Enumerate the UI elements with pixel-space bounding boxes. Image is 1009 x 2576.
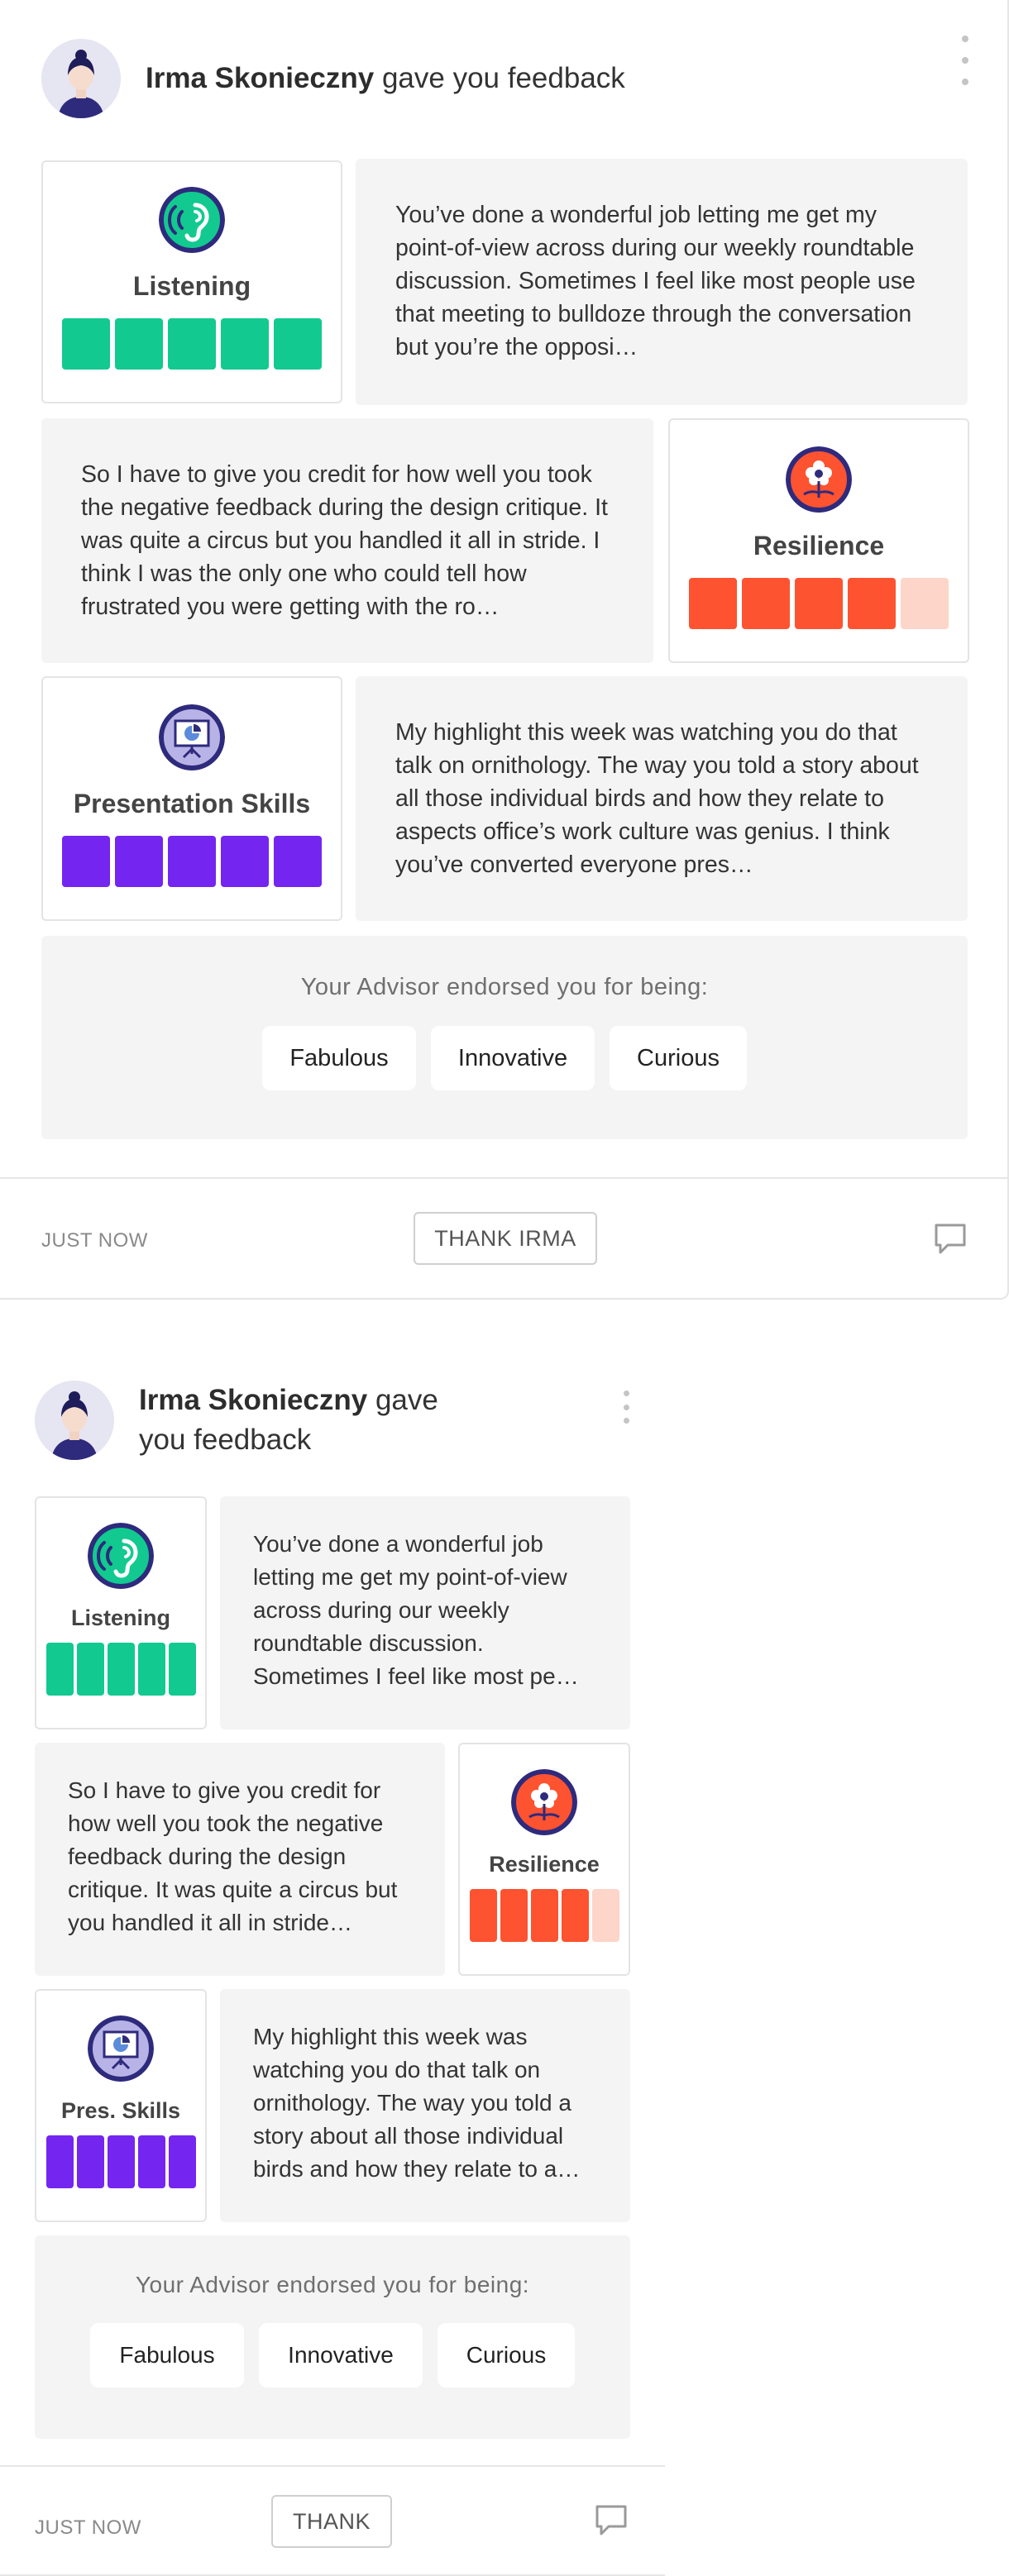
endorsement-panel: Your Advisor endorsed you for being: Fab… bbox=[41, 936, 968, 1139]
giver-name[interactable]: Irma Skonieczny bbox=[146, 62, 374, 94]
comment-icon[interactable] bbox=[933, 1222, 968, 1257]
thank-button[interactable]: THANK bbox=[271, 2495, 392, 2548]
feedback-quote[interactable]: My highlight this week was watching you … bbox=[356, 676, 968, 921]
divider bbox=[0, 2465, 665, 2467]
giver-name[interactable]: Irma Skonieczny bbox=[139, 1384, 367, 1416]
skill-label: Resilience bbox=[489, 1852, 600, 1877]
more-options-icon[interactable] bbox=[955, 36, 975, 85]
endorsement-chip[interactable]: Innovative bbox=[431, 1026, 595, 1090]
rating-segment bbox=[107, 2135, 135, 2188]
feedback-header: Irma Skonieczny gave you feedback bbox=[41, 39, 625, 118]
quote-text: You’ve done a wonderful job letting me g… bbox=[395, 202, 916, 360]
rating-segment bbox=[115, 836, 163, 887]
skill-label: Listening bbox=[71, 1605, 170, 1630]
rating-segment bbox=[530, 1889, 558, 1942]
feedback-card-wide: Irma Skonieczny gave you feedback Listen… bbox=[0, 0, 1009, 1300]
endorsement-chip[interactable]: Curious bbox=[610, 1026, 747, 1090]
ear-icon bbox=[159, 187, 225, 253]
rating-segment bbox=[469, 1889, 497, 1942]
thank-button[interactable]: THANK IRMA bbox=[414, 1212, 597, 1265]
endorsement-panel: Your Advisor endorsed you for being: Fab… bbox=[35, 2235, 630, 2439]
rating-segment bbox=[115, 318, 163, 370]
rating-segment bbox=[591, 1889, 619, 1942]
endorsement-chip[interactable]: Curious bbox=[438, 2323, 575, 2388]
skill-tile-listening[interactable]: Listening bbox=[35, 1496, 207, 1729]
feedback-card-narrow: Irma Skonieczny gave you feedback Listen… bbox=[0, 1354, 667, 2576]
feedback-title: Irma Skonieczny gave you feedback bbox=[146, 59, 625, 98]
rating-segment bbox=[689, 578, 737, 629]
feedback-action-text: gave you feedback bbox=[374, 62, 625, 94]
rating-segment bbox=[168, 1643, 196, 1696]
skill-rating bbox=[689, 578, 949, 629]
feedback-quote[interactable]: So I have to give you credit for how wel… bbox=[41, 418, 653, 663]
endorsement-chip[interactable]: Fabulous bbox=[90, 2323, 244, 2388]
endorsement-chip[interactable]: Fabulous bbox=[262, 1026, 416, 1090]
feedback-quote[interactable]: So I have to give you credit for how wel… bbox=[35, 1743, 445, 1976]
feedback-quote[interactable]: My highlight this week was watching you … bbox=[220, 1989, 630, 2222]
rating-segment bbox=[45, 1643, 74, 1696]
rating-segment bbox=[561, 1889, 589, 1942]
rating-segment bbox=[168, 318, 216, 370]
more-options-icon[interactable] bbox=[616, 1391, 636, 1424]
feedback-title: Irma Skonieczny gave you feedback bbox=[139, 1381, 486, 1460]
flower-icon bbox=[511, 1769, 577, 1835]
endorsement-title: Your Advisor endorsed you for being: bbox=[300, 974, 709, 1000]
rating-segment bbox=[76, 1643, 104, 1696]
timestamp: JUST NOW bbox=[35, 2516, 141, 2539]
skill-rating bbox=[62, 836, 322, 887]
skill-rating bbox=[62, 318, 322, 370]
skill-tile-resilience[interactable]: Resilience bbox=[668, 418, 969, 663]
rating-segment bbox=[274, 836, 322, 887]
rating-segment bbox=[742, 578, 790, 629]
rating-segment bbox=[45, 2135, 74, 2188]
comment-icon[interactable] bbox=[594, 2503, 629, 2538]
rating-segment bbox=[848, 578, 896, 629]
skill-label: Pres. Skills bbox=[60, 2098, 181, 2123]
flower-icon bbox=[786, 446, 852, 513]
feedback-quote[interactable]: You’ve done a wonderful job letting me g… bbox=[356, 159, 968, 405]
avatar[interactable] bbox=[41, 39, 121, 118]
skill-rating bbox=[469, 1889, 619, 1942]
quote-text: My highlight this week was watching you … bbox=[253, 2024, 581, 2182]
rating-segment bbox=[137, 1643, 165, 1696]
endorsement-chips: Fabulous Innovative Curious bbox=[35, 2323, 630, 2388]
divider bbox=[0, 1177, 1009, 1179]
quote-text: You’ve done a wonderful job letting me g… bbox=[253, 1531, 579, 1689]
skill-tile-listening[interactable]: Listening bbox=[41, 160, 342, 403]
ear-icon bbox=[88, 1523, 154, 1589]
rating-segment bbox=[137, 2135, 165, 2188]
presentation-board-icon bbox=[88, 2015, 154, 2082]
quote-text: My highlight this week was watching you … bbox=[395, 719, 919, 878]
rating-segment bbox=[62, 836, 110, 887]
rating-segment bbox=[795, 578, 843, 629]
rating-segment bbox=[221, 836, 269, 887]
rating-segment bbox=[62, 318, 110, 370]
endorsement-title: Your Advisor endorsed you for being: bbox=[135, 2272, 530, 2297]
rating-segment bbox=[107, 1643, 135, 1696]
rating-segment bbox=[274, 318, 322, 370]
quote-text: So I have to give you credit for how wel… bbox=[68, 1777, 398, 1935]
rating-segment bbox=[221, 318, 269, 370]
feedback-quote[interactable]: You’ve done a wonderful job letting me g… bbox=[220, 1496, 630, 1729]
feedback-header: Irma Skonieczny gave you feedback bbox=[35, 1381, 486, 1460]
skill-tile-presentation[interactable]: Pres. Skills bbox=[35, 1989, 207, 2222]
presentation-board-icon bbox=[159, 704, 225, 770]
endorsement-chip[interactable]: Innovative bbox=[259, 2323, 423, 2388]
skill-tile-resilience[interactable]: Resilience bbox=[458, 1743, 630, 1976]
endorsement-chips: Fabulous Innovative Curious bbox=[41, 1026, 968, 1090]
rating-segment bbox=[901, 578, 949, 629]
skill-label: Presentation Skills bbox=[73, 789, 311, 818]
skill-rating bbox=[45, 1643, 196, 1696]
skill-rating bbox=[45, 2135, 196, 2188]
timestamp: JUST NOW bbox=[41, 1229, 148, 1252]
rating-segment bbox=[500, 1889, 528, 1942]
avatar[interactable] bbox=[35, 1381, 114, 1460]
skill-label: Listening bbox=[132, 271, 251, 301]
rating-segment bbox=[76, 2135, 104, 2188]
rating-segment bbox=[168, 836, 216, 887]
skill-tile-presentation[interactable]: Presentation Skills bbox=[41, 676, 342, 921]
quote-text: So I have to give you credit for how wel… bbox=[81, 461, 608, 620]
skill-label: Resilience bbox=[753, 531, 885, 561]
rating-segment bbox=[168, 2135, 196, 2188]
